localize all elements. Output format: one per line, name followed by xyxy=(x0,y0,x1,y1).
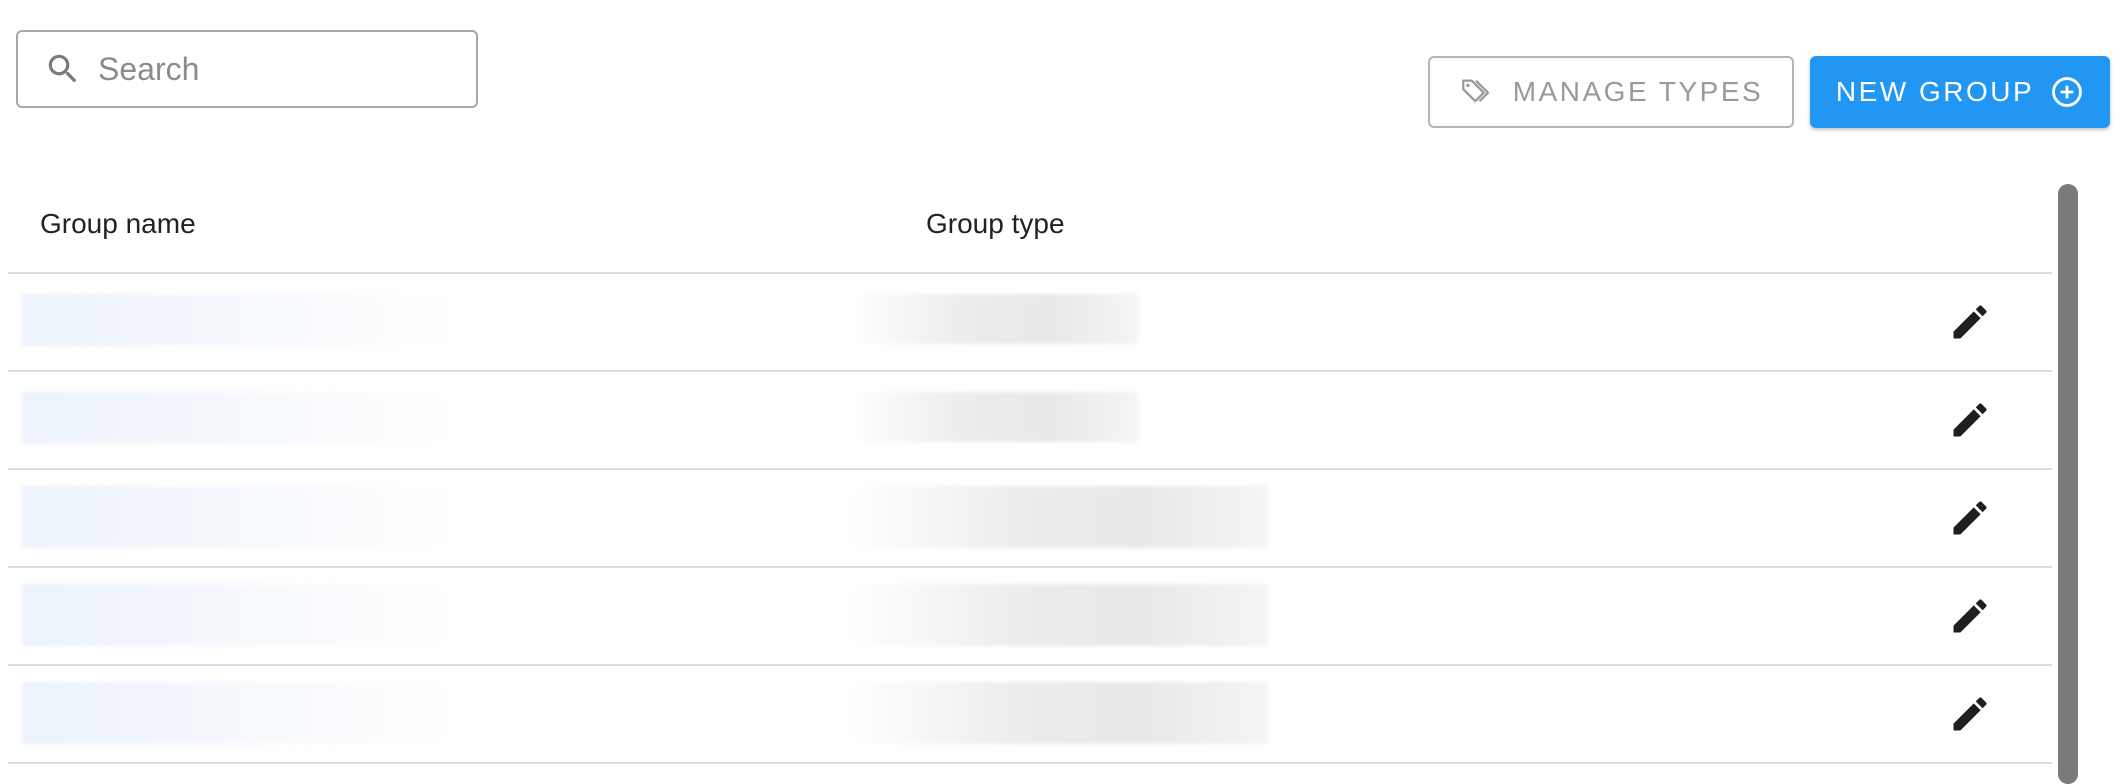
edit-pencil-icon[interactable] xyxy=(1948,692,1992,736)
table-row[interactable] xyxy=(8,666,2052,764)
group-name-cell xyxy=(22,584,642,646)
new-group-button[interactable]: NEW GROUP xyxy=(1810,56,2110,128)
manage-types-button[interactable]: MANAGE TYPES xyxy=(1428,56,1794,128)
group-type-cell xyxy=(848,294,1138,344)
table-row[interactable] xyxy=(8,372,2052,470)
edit-pencil-icon[interactable] xyxy=(1948,300,1992,344)
table-row[interactable] xyxy=(8,568,2052,666)
column-header-group-name[interactable]: Group name xyxy=(40,208,196,240)
add-circle-icon xyxy=(2052,77,2083,107)
group-name-cell xyxy=(22,682,642,744)
new-group-label: NEW GROUP xyxy=(1835,76,2035,107)
groups-table: Group name Group type xyxy=(8,170,2052,764)
group-name-cell xyxy=(22,294,642,346)
search-icon xyxy=(48,54,77,83)
group-type-cell xyxy=(848,486,1268,548)
vertical-scrollbar[interactable] xyxy=(2058,184,2078,784)
group-type-cell xyxy=(848,584,1268,646)
tag-icon xyxy=(1461,79,1489,103)
group-type-cell xyxy=(848,682,1268,744)
group-name-cell xyxy=(22,392,642,444)
column-header-group-type[interactable]: Group type xyxy=(926,208,1065,240)
table-row[interactable] xyxy=(8,470,2052,568)
group-name-cell xyxy=(22,486,642,548)
search-field[interactable] xyxy=(16,30,478,108)
manage-types-label: MANAGE TYPES xyxy=(1512,76,1764,107)
group-type-cell xyxy=(848,392,1138,442)
table-header: Group name Group type xyxy=(8,170,2052,274)
edit-pencil-icon[interactable] xyxy=(1948,594,1992,638)
edit-pencil-icon[interactable] xyxy=(1948,496,1992,540)
table-row[interactable] xyxy=(8,274,2052,372)
search-input[interactable] xyxy=(98,50,438,88)
edit-pencil-icon[interactable] xyxy=(1948,398,1992,442)
